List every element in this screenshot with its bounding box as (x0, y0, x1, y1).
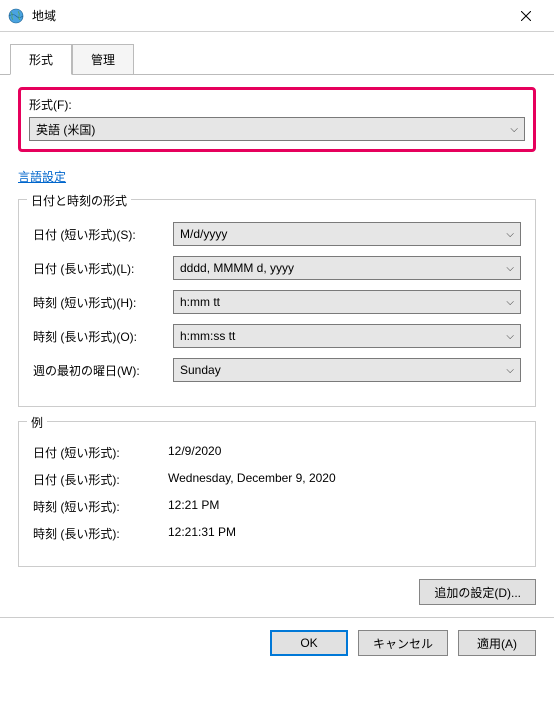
ok-label: OK (300, 636, 317, 650)
examples-group: 例 日付 (短い形式): 12/9/2020 日付 (長い形式): Wednes… (18, 421, 536, 567)
cancel-label: キャンセル (373, 635, 433, 652)
ex-short-date-value: 12/9/2020 (168, 444, 221, 461)
first-dow-value: Sunday (180, 363, 506, 377)
datetime-formats-legend: 日付と時刻の形式 (27, 192, 131, 209)
close-icon (521, 11, 531, 21)
cancel-button[interactable]: キャンセル (358, 630, 448, 656)
long-time-label: 時刻 (長い形式)(O): (33, 328, 173, 345)
long-date-value: dddd, MMMM d, yyyy (180, 261, 506, 275)
dialog-buttons: OK キャンセル 適用(A) (0, 618, 554, 668)
first-dow-label: 週の最初の曜日(W): (33, 362, 173, 379)
apply-label: 適用(A) (477, 635, 517, 652)
format-dropdown[interactable]: 英語 (米国) ⌵ (29, 117, 525, 141)
chevron-down-icon: ⌵ (506, 331, 514, 342)
examples-legend: 例 (27, 414, 47, 431)
tab-bar: 形式 管理 (0, 32, 554, 75)
tab-admin[interactable]: 管理 (72, 44, 134, 75)
window-title: 地域 (32, 7, 506, 24)
long-time-value: h:mm:ss tt (180, 329, 506, 343)
ex-long-time-value: 12:21:31 PM (168, 525, 236, 542)
panel-format: 形式(F): 英語 (米国) ⌵ 言語設定 日付と時刻の形式 日付 (短い形式)… (0, 75, 554, 617)
ex-short-date-label: 日付 (短い形式): (33, 444, 168, 461)
first-dow-dropdown[interactable]: Sunday ⌵ (173, 358, 521, 382)
tab-format[interactable]: 形式 (10, 44, 72, 75)
long-time-dropdown[interactable]: h:mm:ss tt ⌵ (173, 324, 521, 348)
long-date-label: 日付 (長い形式)(L): (33, 260, 173, 277)
short-time-label: 時刻 (短い形式)(H): (33, 294, 173, 311)
ex-short-time-value: 12:21 PM (168, 498, 219, 515)
chevron-down-icon: ⌵ (506, 297, 514, 308)
ok-button[interactable]: OK (270, 630, 348, 656)
additional-settings-button[interactable]: 追加の設定(D)... (419, 579, 536, 605)
long-date-dropdown[interactable]: dddd, MMMM d, yyyy ⌵ (173, 256, 521, 280)
ex-long-date-value: Wednesday, December 9, 2020 (168, 471, 336, 488)
tab-admin-label: 管理 (91, 53, 115, 67)
chevron-down-icon: ⌵ (510, 124, 518, 135)
ex-short-time-label: 時刻 (短い形式): (33, 498, 168, 515)
chevron-down-icon: ⌵ (506, 263, 514, 274)
datetime-formats-group: 日付と時刻の形式 日付 (短い形式)(S): M/d/yyyy ⌵ 日付 (長い… (18, 199, 536, 407)
titlebar: 地域 (0, 0, 554, 32)
globe-icon (8, 8, 24, 24)
tab-format-label: 形式 (29, 53, 53, 67)
format-highlight: 形式(F): 英語 (米国) ⌵ (18, 87, 536, 152)
chevron-down-icon: ⌵ (506, 365, 514, 376)
format-label: 形式(F): (29, 96, 525, 113)
format-dropdown-value: 英語 (米国) (36, 121, 510, 138)
short-date-value: M/d/yyyy (180, 227, 506, 241)
short-time-value: h:mm tt (180, 295, 506, 309)
chevron-down-icon: ⌵ (506, 229, 514, 240)
additional-settings-label: 追加の設定(D)... (434, 584, 521, 601)
short-date-dropdown[interactable]: M/d/yyyy ⌵ (173, 222, 521, 246)
ex-long-date-label: 日付 (長い形式): (33, 471, 168, 488)
ex-long-time-label: 時刻 (長い形式): (33, 525, 168, 542)
apply-button[interactable]: 適用(A) (458, 630, 536, 656)
short-date-label: 日付 (短い形式)(S): (33, 226, 173, 243)
language-settings-link[interactable]: 言語設定 (18, 170, 66, 184)
close-button[interactable] (506, 2, 546, 30)
short-time-dropdown[interactable]: h:mm tt ⌵ (173, 290, 521, 314)
